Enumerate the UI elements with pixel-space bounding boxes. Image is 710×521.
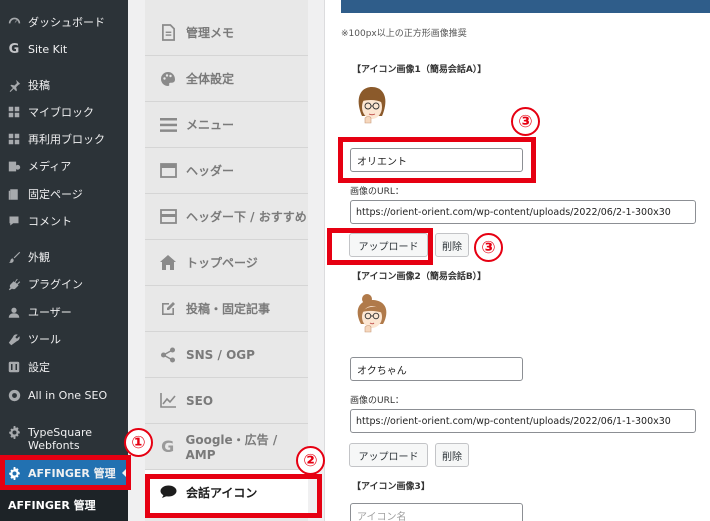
icon3-name-input[interactable]: アイコン名 <box>350 503 523 521</box>
avatar-icon <box>357 294 387 333</box>
sidebar-item-comments[interactable]: コメント <box>0 208 128 234</box>
seo-icon <box>6 387 22 403</box>
brush-icon <box>6 249 22 265</box>
callout-badge-3b: ③ <box>474 233 503 262</box>
nav-item-seo[interactable]: SEO <box>145 378 308 424</box>
layout-icon <box>159 208 177 226</box>
settings-icon <box>6 359 22 375</box>
icon1-url-input[interactable]: https://orient-orient.com/wp-content/upl… <box>350 200 696 224</box>
sidebar-item-site-kit[interactable]: G Site Kit <box>0 36 128 62</box>
callout-badge-1: ① <box>124 428 153 457</box>
callout-box-affinger <box>0 455 131 490</box>
palette-icon <box>159 70 177 88</box>
pin-icon <box>6 77 22 93</box>
sidebar-item-media[interactable]: メディア <box>0 153 128 179</box>
nav-item-memo[interactable]: 管理メモ <box>145 10 308 56</box>
callout-box-name-input <box>338 137 536 183</box>
home-icon <box>159 254 177 272</box>
sidebar-item-my-blocks[interactable]: マイブロック <box>0 99 128 125</box>
plugin-icon <box>6 276 22 292</box>
wrench-icon <box>6 331 22 347</box>
sidebar-item-plugins[interactable]: プラグイン <box>0 271 128 297</box>
sidebar-item-all-in-one-seo[interactable]: All in One SEO <box>0 382 128 408</box>
sidebar-item-appearance[interactable]: 外観 <box>0 244 128 270</box>
icon1-delete-button[interactable]: 削除 <box>435 233 469 257</box>
icon2-upload-button[interactable]: アップロード <box>349 443 428 467</box>
image-size-note: ※100px以上の正方形画像推奨 <box>341 29 467 39</box>
chart-icon <box>159 392 177 410</box>
sidebar-item-users[interactable]: ユーザー <box>0 299 128 325</box>
nav-item-posts[interactable]: 投稿・固定記事 <box>145 286 308 332</box>
nav-item-top-page[interactable]: トップページ <box>145 240 308 286</box>
icon2-url-input[interactable]: https://orient-orient.com/wp-content/upl… <box>350 409 696 433</box>
header-icon <box>159 162 177 180</box>
share-icon <box>159 346 177 364</box>
icon3-title: 【アイコン画像3】 <box>352 482 430 492</box>
memo-icon <box>159 24 177 42</box>
callout-badge-3a: ③ <box>511 107 540 136</box>
sidebar-item-tools[interactable]: ツール <box>0 326 128 352</box>
blocks-icon <box>6 131 22 147</box>
sidebar-subitem-affinger[interactable]: AFFINGER 管理 <box>0 488 128 521</box>
dashboard-icon <box>6 14 22 30</box>
media-icon <box>6 158 22 174</box>
comment-icon <box>6 213 22 229</box>
nav-item-menu[interactable]: メニュー <box>145 102 308 148</box>
sidebar-item-dashboard[interactable]: ダッシュボード <box>0 9 128 35</box>
sidebar-item-pages[interactable]: 固定ページ <box>0 181 128 207</box>
wp-admin-sidebar: ダッシュボード G Site Kit 投稿 マイブロック 再利用ブロック メディ… <box>0 0 128 521</box>
callout-box-conversation-icon <box>145 474 322 518</box>
nav-item-header-below[interactable]: ヘッダー下 / おすすめ <box>145 194 308 240</box>
google-g-icon: G <box>8 41 20 57</box>
sidebar-item-posts[interactable]: 投稿 <box>0 72 128 98</box>
sidebar-item-reusable-blocks[interactable]: 再利用ブロック <box>0 126 128 152</box>
settings-nav: 管理メモ 全体設定 メニュー ヘッダー ヘッダー下 / おすすめ トップページ … <box>128 0 324 521</box>
blocks-icon <box>6 104 22 120</box>
menu-icon <box>159 116 177 134</box>
icon1-url-label: 画像のURL： <box>350 187 404 197</box>
user-icon <box>6 304 22 320</box>
edit-icon <box>159 300 177 318</box>
icon2-name-input[interactable]: オクちゃん <box>350 357 523 381</box>
sidebar-item-settings[interactable]: 設定 <box>0 354 128 380</box>
nav-item-google-ads-amp[interactable]: G Google・広告 / AMP <box>145 424 308 470</box>
nav-item-general[interactable]: 全体設定 <box>145 56 308 102</box>
page-icon <box>6 186 22 202</box>
icon2-title: 【アイコン画像2（簡易会話B）】 <box>352 272 487 282</box>
nav-item-sns-ogp[interactable]: SNS / OGP <box>145 332 308 378</box>
callout-box-upload-button <box>327 228 433 265</box>
icon2-url-label: 画像のURL： <box>350 396 404 406</box>
nav-item-header[interactable]: ヘッダー <box>145 148 308 194</box>
avatar-icon <box>358 87 386 124</box>
callout-badge-2: ② <box>296 446 325 475</box>
section-header-bar <box>341 0 710 13</box>
google-g-icon: G <box>161 437 175 456</box>
icon2-delete-button[interactable]: 削除 <box>435 443 469 467</box>
icon1-title: 【アイコン画像1（簡易会話A）】 <box>352 65 487 75</box>
